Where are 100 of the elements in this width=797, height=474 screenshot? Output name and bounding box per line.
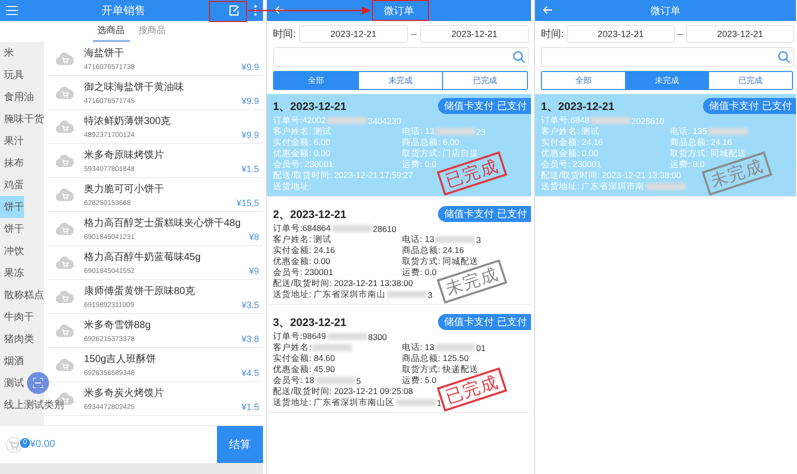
- order-detail: 5: [356, 376, 361, 386]
- order-detail: 配送/取货时间: 2023-12-21 17:59:27: [273, 170, 414, 182]
- product-name: 康师傅蛋黄饼干原味80克: [84, 284, 196, 298]
- order-detail: 3404230: [368, 116, 402, 126]
- payment-badge: 储值卡支付 已支付: [438, 98, 531, 114]
- order-detail: 2028610: [631, 116, 664, 126]
- product-name: 奥力脆可可小饼干: [84, 182, 164, 196]
- category-item[interactable]: 牛肉干: [0, 306, 34, 328]
- order-detail: 客户姓名: 测试: [541, 126, 600, 138]
- order-card[interactable]: 1、2023-12-21 储值卡支付 已支付 订单号:6848 2028610 客户姓名: 测试 电话: 135 实付金额: 24.16 商品总额: 24.16 优惠金额: 0.00 取货方式: 同城配送 会员号: 230001 运费: 0.0 配送/取货时间: 2023-12-21 13:38:00 送货地址: 广东省深圳市南 未完成: [535, 94, 796, 197]
- start-date-field[interactable]: 2023-12-21: [298, 25, 408, 43]
- order-detail: 23: [476, 126, 486, 136]
- filter-tab[interactable]: 全部: [274, 72, 359, 89]
- screen-title: 开单销售: [102, 4, 146, 18]
- date-separator: –: [678, 28, 684, 40]
- category-item[interactable]: 果冻: [0, 262, 24, 284]
- order-detail: 3: [428, 290, 432, 300]
- product-price: ¥1.5: [241, 164, 259, 174]
- product-price: ¥9.9: [241, 96, 259, 106]
- filter-tab[interactable]: 未完成: [626, 72, 710, 89]
- order-detail: 配送/取货时间: 2023-12-21 13:38:00: [273, 278, 414, 290]
- payment-badge: 储值卡支付 已支付: [438, 206, 531, 222]
- order-detail: 优惠金额: 0.00: [541, 148, 598, 160]
- start-date-field[interactable]: 2023-12-21: [566, 25, 675, 43]
- product-price: ¥9: [248, 266, 259, 276]
- order-detail: 运费: 0.0: [402, 266, 437, 278]
- order-detail: 3: [476, 234, 481, 244]
- date-separator: –: [411, 28, 417, 40]
- time-label: 时间:: [273, 28, 296, 41]
- category-item[interactable]: 猪肉类: [0, 328, 34, 350]
- order-detail: 8300: [368, 332, 387, 342]
- category-item[interactable]: 玩具: [0, 64, 24, 86]
- category-item[interactable]: 鸡蛋: [0, 174, 24, 196]
- category-item[interactable]: 食用油: [0, 86, 34, 108]
- order-card[interactable]: 1、2023-12-21 储值卡支付 已支付 订单号:42002 3404230 客户姓名: 测试 电话: 13 23 实付金额: 6.00 商品总额: 6.00 优惠金额: 0.00 取货方式: 门店自提 会员号: 230001 运费: 0.0 配送/取货时间: 2023-12-21 17:59:27 送货地址: 已完成: [267, 94, 531, 197]
- category-item[interactable]: 米: [0, 42, 14, 64]
- checkout-button[interactable]: 结算: [217, 426, 263, 463]
- product-name: 海盐饼干: [84, 46, 124, 60]
- product-name: 御之味海盐饼干黄油味: [84, 80, 184, 94]
- order-detail: 会员号: 230001: [541, 158, 602, 170]
- order-detail: 会员号: 18: [273, 374, 314, 386]
- order-title: 2、2023-12-21: [273, 208, 346, 222]
- product-name: 特浓鲜奶薄饼300克: [84, 114, 171, 128]
- order-detail: 送货地址: 广东省深圳市南山: [273, 288, 386, 300]
- order-detail: 电话: 13: [402, 126, 434, 138]
- category-item[interactable]: 抹布: [0, 152, 24, 174]
- tab[interactable]: 搜商品: [134, 21, 170, 42]
- product-price: ¥3.5: [241, 300, 259, 310]
- category-item[interactable]: 散称糕点: [0, 284, 44, 306]
- product-price: ¥8: [248, 232, 259, 242]
- order-detail: 电话: 13: [402, 234, 434, 246]
- order-detail: 客户姓名: 测试: [273, 126, 332, 138]
- order-detail: 优惠金额: 45.90: [273, 364, 335, 376]
- order-detail: 1: [436, 398, 442, 408]
- order-detail: 配送/取货时间: 2023-12-21 13:38:00: [541, 170, 682, 182]
- order-detail: 商品总额: 125.50: [402, 352, 469, 364]
- product-name: 米多奇雪饼88g: [84, 318, 151, 332]
- category-item[interactable]: 饼干: [0, 196, 24, 218]
- category-item[interactable]: 烟酒: [0, 350, 24, 372]
- category-item[interactable]: 果汁: [0, 130, 24, 152]
- product-price: ¥3.8: [241, 334, 259, 344]
- order-detail: 客户姓名:: [273, 342, 312, 354]
- order-detail: 客户姓名: 测试: [273, 234, 332, 246]
- category-item[interactable]: 饼干: [0, 218, 24, 240]
- order-detail: 商品总额: 6.00: [402, 136, 460, 148]
- order-detail: 会员号: 230001: [273, 266, 334, 278]
- order-detail: 01: [476, 342, 486, 352]
- order-detail: 电话: 135: [670, 126, 707, 138]
- category-item[interactable]: 冲饮: [0, 240, 24, 262]
- order-detail: 配送/取货时间: 2023-12-21 09:25:08: [273, 386, 414, 398]
- screen-title: 微订单: [384, 4, 414, 18]
- end-date-field[interactable]: 2023-12-21: [420, 25, 529, 43]
- order-detail: 商品总额: 24.16: [402, 244, 464, 256]
- order-detail: 送货地址:: [273, 180, 312, 192]
- order-detail: 电话: 13: [402, 342, 434, 354]
- category-item[interactable]: 测试: [0, 372, 24, 394]
- product-name: 米多奇原味烤馍片: [84, 148, 164, 162]
- order-detail: 商品总额: 24.16: [670, 136, 732, 148]
- order-detail: 会员号: 230001: [273, 158, 334, 170]
- product-price: ¥15.5: [236, 198, 259, 208]
- product-price: ¥1.5: [241, 402, 259, 412]
- order-title: 1、2023-12-21: [541, 100, 614, 114]
- category-item[interactable]: 线上测试类别: [0, 394, 64, 416]
- payment-badge: 储值卡支付 已支付: [438, 314, 531, 330]
- product-name: 格力高百醇牛奶蓝莓味45g: [84, 250, 201, 264]
- end-date-field[interactable]: 2023-12-21: [686, 25, 794, 43]
- order-detail: 运费: 5.0: [402, 374, 437, 386]
- order-detail: 实付金额: 24.16: [541, 136, 603, 148]
- order-detail: 订单号:42002: [273, 114, 326, 126]
- filter-tab[interactable]: 全部: [542, 72, 626, 89]
- order-detail: 运费: 0.0: [402, 158, 437, 170]
- order-detail: 实付金额: 24.16: [273, 244, 335, 256]
- order-detail: 订单号:98649: [273, 330, 326, 342]
- product-price: ¥9.9: [241, 62, 259, 72]
- order-title: 1、2023-12-21: [273, 100, 346, 114]
- order-detail: 送货地址: 广东省深圳市南山区: [273, 396, 395, 408]
- category-item[interactable]: 腌味干货: [0, 108, 44, 130]
- product-name: 格力高百醇芝士蛋糕味夹心饼干48g: [84, 216, 241, 230]
- order-detail: 优惠金额: 0.00: [273, 148, 330, 160]
- order-detail: 优惠金额: 0.00: [273, 256, 330, 268]
